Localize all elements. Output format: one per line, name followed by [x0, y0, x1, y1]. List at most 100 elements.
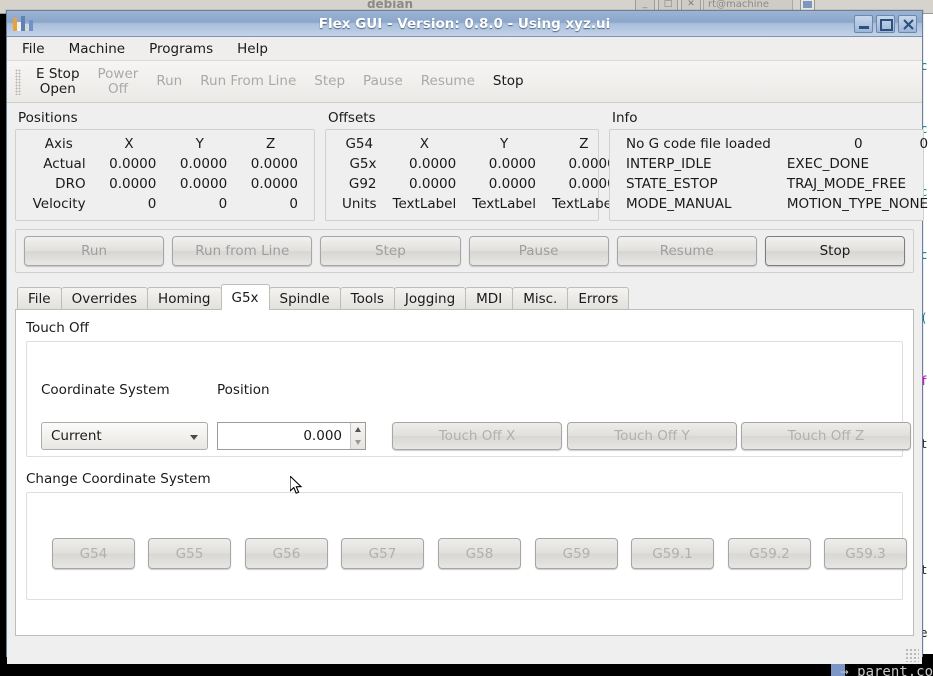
info-box: No G code file loaded 0 0 INTERP_IDLE EX…	[609, 129, 928, 221]
g58-button[interactable]: G58	[438, 538, 521, 569]
g55-button[interactable]: G55	[148, 538, 231, 569]
toolbar-step-button[interactable]: Step	[305, 72, 354, 91]
spinner-down-icon[interactable]	[355, 440, 361, 445]
table-row: MODE_MANUAL MOTION_TYPE_NONE	[618, 194, 933, 214]
toolbar-grip-icon[interactable]	[15, 68, 21, 95]
info-title: Info	[612, 110, 638, 126]
touch-off-y-button[interactable]: Touch Off Y	[567, 422, 737, 450]
g59-button[interactable]: G59	[535, 538, 618, 569]
offsets-g5x-y: 0.0000	[488, 156, 536, 172]
change-coordinate-system-label: Change Coordinate System	[26, 471, 211, 487]
tab-misc[interactable]: Misc.	[512, 287, 569, 310]
positions-header-x: X	[124, 136, 134, 152]
offsets-row-label: Units	[342, 196, 377, 212]
offsets-row-label: G92	[348, 176, 377, 192]
window-controls	[854, 14, 922, 33]
tab-homing[interactable]: Homing	[147, 287, 222, 310]
stop-button[interactable]: Stop	[764, 236, 906, 266]
offsets-panel: Offsets G54 X Y Z G5x 0.0000 0.0000 0.00…	[325, 110, 616, 221]
table-row: Units TextLabel TextLabel TextLabel	[334, 194, 624, 214]
minimize-icon[interactable]	[854, 14, 873, 33]
table-row: INTERP_IDLE EXEC_DONE	[618, 154, 933, 174]
chevron-down-icon	[190, 435, 198, 440]
g59-1-button[interactable]: G59.1	[631, 538, 714, 569]
positions-actual-x: 0.0000	[109, 156, 157, 172]
table-row: DRO 0.0000 0.0000 0.0000	[24, 174, 306, 194]
touch-off-z-button[interactable]: Touch Off Z	[741, 422, 911, 450]
info-panel: Info No G code file loaded 0 0 INTERP_ID…	[609, 110, 928, 221]
info-line-count: 0	[853, 136, 863, 152]
pause-button[interactable]: Pause	[468, 236, 609, 266]
table-row: G54 X Y Z	[334, 134, 624, 154]
offsets-units-y: TextLabel	[472, 196, 536, 212]
toolbar: E Stop Open Power Off Run Run From Line …	[7, 61, 922, 103]
g59-3-button[interactable]: G59.3	[824, 538, 907, 569]
window-titlebar[interactable]: Flex GUI - Version: 0.8.0 - Using xyz.ui	[7, 11, 922, 37]
toolbar-power-button[interactable]: Power Off	[89, 65, 148, 99]
flex-gui-window: Flex GUI - Version: 0.8.0 - Using xyz.ui…	[6, 10, 928, 664]
resize-grip-icon[interactable]	[905, 648, 919, 662]
step-button[interactable]: Step	[320, 236, 461, 266]
tab-overrides[interactable]: Overrides	[60, 287, 149, 310]
g54-button[interactable]: G54	[52, 538, 135, 569]
position-spinbox[interactable]: 0.000	[217, 422, 366, 450]
offsets-table: G54 X Y Z G5x 0.0000 0.0000 0.0000 G92 0…	[334, 134, 624, 214]
control-buttons-bar: Run Run from Line Step Pause Resume Stop	[15, 229, 914, 273]
menubar: File Machine Programs Help	[7, 37, 922, 61]
tab-g5x[interactable]: G5x	[220, 284, 270, 310]
tab-mdi[interactable]: MDI	[465, 287, 514, 310]
positions-velocity-x: 0	[147, 196, 157, 212]
app-icon	[12, 15, 34, 33]
info-machine-state: STATE_ESTOP	[626, 176, 718, 192]
toolbar-pause-button[interactable]: Pause	[354, 72, 412, 91]
touch-off-x-button[interactable]: Touch Off X	[392, 422, 562, 450]
toolbar-resume-button[interactable]: Resume	[412, 72, 484, 91]
coordinate-system-value: Current	[51, 428, 102, 444]
toolbar-stop-button[interactable]: Stop	[484, 72, 533, 91]
table-row: Actual 0.0000 0.0000 0.0000	[24, 154, 306, 174]
info-traj-mode: TRAJ_MODE_FREE	[786, 176, 907, 192]
menu-programs[interactable]: Programs	[147, 39, 215, 59]
position-input-value[interactable]: 0.000	[218, 428, 350, 444]
run-button[interactable]: Run	[24, 236, 165, 266]
close-icon[interactable]	[898, 14, 917, 33]
coordinate-system-select[interactable]: Current	[41, 422, 208, 450]
tab-jogging[interactable]: Jogging	[393, 287, 467, 310]
info-interp-state: INTERP_IDLE	[626, 156, 712, 172]
toolbar-run-from-line-button[interactable]: Run From Line	[191, 72, 305, 91]
position-label: Position	[217, 382, 270, 398]
table-row: STATE_ESTOP TRAJ_MODE_FREE	[618, 174, 933, 194]
offsets-g92-x: 0.0000	[409, 176, 457, 192]
tab-spindle[interactable]: Spindle	[268, 287, 341, 310]
run-from-line-button[interactable]: Run from Line	[172, 236, 313, 266]
spinner-up-icon[interactable]	[355, 427, 361, 432]
info-motion-type: MOTION_TYPE_NONE	[786, 196, 929, 212]
maximize-icon[interactable]	[876, 14, 895, 33]
change-coordinate-system-group: G54 G55 G56 G57 G58 G59 G59.1 G59.2 G59.…	[26, 492, 907, 600]
status-panels: Positions Axis X Y Z Actual 0.0000 0.000…	[15, 110, 928, 221]
toolbar-run-button[interactable]: Run	[147, 72, 191, 91]
spinner-buttons[interactable]	[350, 423, 365, 449]
menu-machine[interactable]: Machine	[67, 39, 128, 59]
touch-off-group: Coordinate System Position Current 0.000	[26, 341, 911, 457]
tab-tools[interactable]: Tools	[339, 287, 395, 310]
table-row: Axis X Y Z	[24, 134, 306, 154]
g56-button[interactable]: G56	[245, 538, 328, 569]
positions-actual-y: 0.0000	[179, 156, 228, 172]
info-mode: MODE_MANUAL	[626, 196, 732, 212]
menu-help[interactable]: Help	[235, 39, 270, 59]
tab-errors[interactable]: Errors	[567, 287, 630, 310]
g59-2-button[interactable]: G59.2	[728, 538, 811, 569]
toolbar-estop-button[interactable]: E Stop Open	[27, 65, 89, 99]
window-title: Flex GUI - Version: 0.8.0 - Using xyz.ui	[318, 15, 611, 32]
g57-button[interactable]: G57	[341, 538, 424, 569]
offsets-header-g54: G54	[345, 136, 374, 152]
positions-title: Positions	[18, 110, 78, 126]
positions-row-label: Velocity	[32, 196, 86, 212]
menu-file[interactable]: File	[20, 39, 47, 59]
resume-button[interactable]: Resume	[616, 236, 757, 266]
statusbar	[7, 642, 922, 664]
tab-file[interactable]: File	[17, 287, 62, 310]
offsets-g5x-x: 0.0000	[409, 156, 457, 172]
offsets-header-y: Y	[499, 136, 509, 152]
